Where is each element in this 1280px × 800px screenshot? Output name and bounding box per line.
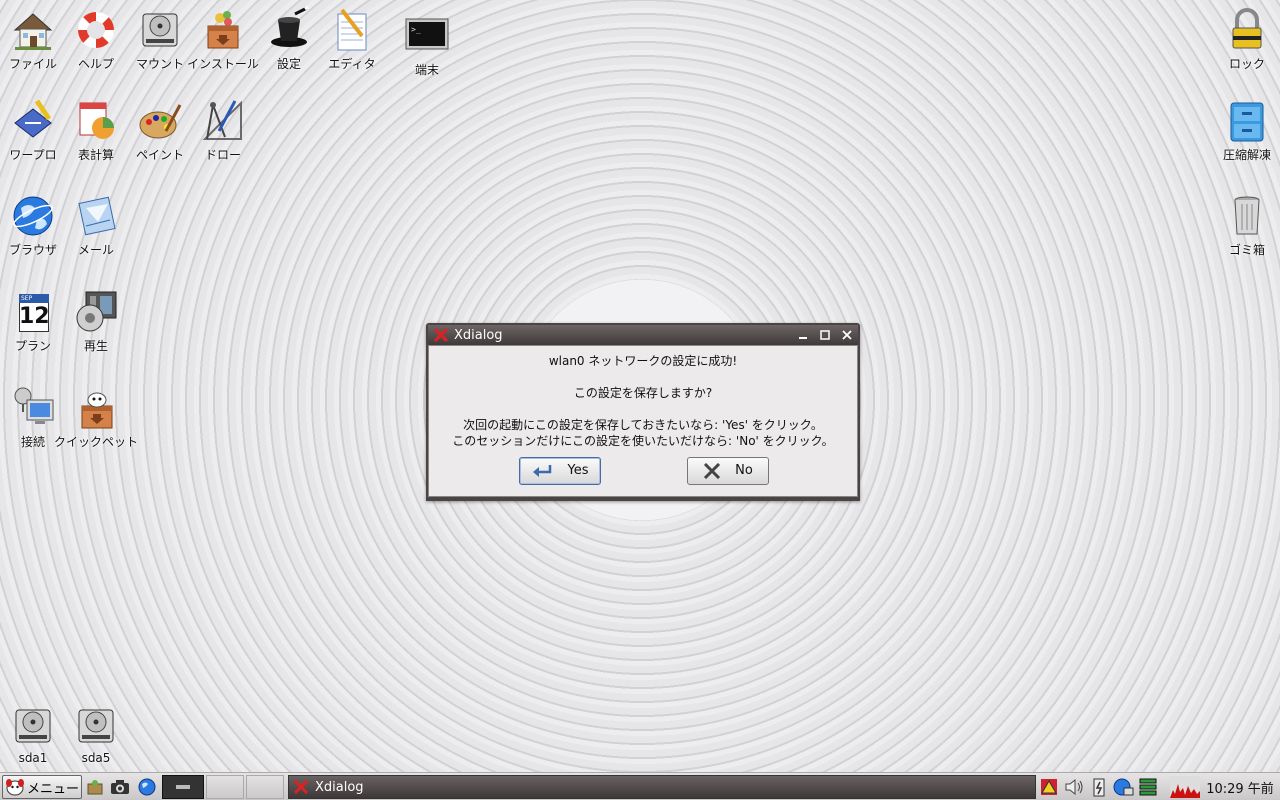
xdialog-window: Xdialog wlan0 ネットワークの設定に成功! この設定を保存しますか?… <box>426 323 860 501</box>
desktop-icon-mail[interactable]: メール <box>63 192 129 258</box>
globe-icon <box>13 196 53 236</box>
quicklaunch-install[interactable] <box>86 775 106 799</box>
drive-icon <box>78 709 114 743</box>
padlock-icon <box>1232 8 1262 49</box>
tray-cpu-graph <box>1170 775 1202 799</box>
desktop-icon-label: クイックペット <box>53 435 138 449</box>
archive-cabinet-icon <box>1230 102 1264 142</box>
clock[interactable]: 10:29 午前 <box>1200 775 1280 799</box>
desktop-icon-player[interactable]: 再生 <box>63 288 129 354</box>
start-menu-button[interactable]: メニュー <box>2 775 82 799</box>
desktop-icon-label: ロック <box>1228 57 1265 71</box>
desktop-icon-label: sda5 <box>81 751 111 765</box>
palette-icon <box>139 104 182 139</box>
lifebuoy-icon <box>77 11 115 49</box>
pager-window-marker <box>176 785 190 789</box>
close-button[interactable] <box>836 326 858 344</box>
network-globe-icon <box>1113 778 1134 796</box>
tray-battery[interactable] <box>1092 775 1110 799</box>
calendar-month: SEP <box>19 294 49 303</box>
message-line-4: このセッションだけにこの設定を使いたいだけなら: 'No' をクリック。 <box>452 434 834 448</box>
desktop-icon-label: 再生 <box>83 339 108 353</box>
globe-icon <box>138 778 156 796</box>
calendar-icon: SEP 12 <box>9 288 57 336</box>
task-label: Xdialog <box>315 779 364 795</box>
quicklaunch-screenshot[interactable] <box>110 775 132 799</box>
taskbar: メニュー Xdialog 10:29 午前 <box>0 772 1280 800</box>
desktop-pager-2[interactable] <box>206 775 244 799</box>
tray-volume[interactable] <box>1064 775 1088 799</box>
speaker-icon <box>1065 778 1083 796</box>
message-line-2: この設定を保存しますか? <box>573 386 713 400</box>
cancel-x-icon <box>704 463 721 479</box>
dialog-title: Xdialog <box>454 327 503 343</box>
cpu-graph-icon <box>1170 776 1200 798</box>
network-connect-icon <box>14 387 54 424</box>
desktop-icon-label: ドロー <box>204 148 241 162</box>
desktop-pager-1[interactable] <box>162 775 204 799</box>
dialog-body: wlan0 ネットワークの設定に成功! この設定を保存しますか? 次回の起動にこ… <box>428 345 858 497</box>
quicklaunch-browser[interactable] <box>138 775 160 799</box>
wordprocessor-icon <box>14 99 52 138</box>
svg-text:>_: >_ <box>411 25 421 34</box>
no-button-label: No <box>735 463 753 478</box>
terminal-icon: >_ <box>405 18 449 50</box>
close-icon <box>842 330 852 340</box>
trash-icon <box>1234 196 1260 235</box>
desktop-icon-archive[interactable]: 圧縮解凍 <box>1214 97 1280 163</box>
tray-network[interactable] <box>1112 775 1136 799</box>
install-box-icon <box>207 11 239 49</box>
package-icon <box>87 780 103 795</box>
desktop-icon-sda5[interactable]: sda5 <box>63 702 129 765</box>
media-player-icon <box>76 291 117 332</box>
tray-update-notifier[interactable] <box>1040 775 1060 799</box>
dialog-message: wlan0 ネットワークの設定に成功! この設定を保存しますか? 次回の起動にこ… <box>429 346 857 449</box>
puppy-menu-icon <box>6 779 24 796</box>
dialog-title-bar[interactable]: Xdialog <box>428 325 858 345</box>
warning-icon <box>1041 779 1057 795</box>
start-menu-label: メニュー <box>27 781 80 797</box>
yes-button[interactable]: Yes <box>519 457 601 485</box>
no-button[interactable]: No <box>687 457 769 485</box>
dialog-button-row: Yes No <box>429 453 857 493</box>
home-icon <box>13 13 53 50</box>
desktop-icon-label: メール <box>77 243 114 257</box>
harddrive-icon <box>142 13 178 47</box>
x-logo-icon <box>293 780 309 794</box>
desktop-icon-label: 圧縮解凍 <box>1222 148 1271 162</box>
desktop-icon-trash[interactable]: ゴミ箱 <box>1214 192 1280 258</box>
maximize-icon <box>820 330 830 340</box>
maximize-button[interactable] <box>814 326 836 344</box>
tray-memory-monitor[interactable] <box>1138 775 1162 799</box>
mail-icon <box>78 196 116 236</box>
calendar-day: 12 <box>19 304 50 329</box>
battery-icon <box>1093 778 1105 797</box>
spreadsheet-icon <box>79 102 114 139</box>
enter-arrow-icon <box>532 465 551 477</box>
desktop-icon-quickpet[interactable]: クイックペット <box>54 384 138 450</box>
x-logo-icon <box>434 328 448 342</box>
camera-icon <box>111 780 129 794</box>
memory-stack-icon <box>1139 778 1157 796</box>
draw-compass-icon <box>202 100 242 140</box>
desktop-icon-terminal[interactable]: >_ 端末 <box>394 12 460 78</box>
magic-hat-icon <box>271 6 309 47</box>
message-line-3: 次回の起動にこの設定を保存しておきたいなら: 'Yes' をクリック。 <box>463 418 823 432</box>
desktop-icon-label: ゴミ箱 <box>1228 243 1265 257</box>
yes-button-label: Yes <box>567 463 589 478</box>
quickpet-icon <box>81 392 113 429</box>
minimize-icon <box>799 337 807 339</box>
taskbar-task-xdialog[interactable]: Xdialog <box>288 775 1036 799</box>
drive-icon <box>15 709 51 743</box>
desktop-icon-label: 端末 <box>414 63 439 77</box>
notepad-icon <box>337 8 367 51</box>
desktop-icon-draw[interactable]: ドロー <box>190 97 256 163</box>
minimize-button[interactable] <box>792 326 814 344</box>
desktop-pager-3[interactable] <box>246 775 284 799</box>
message-line-1: wlan0 ネットワークの設定に成功! <box>548 354 738 368</box>
desktop-icon-lock[interactable]: ロック <box>1214 6 1280 72</box>
